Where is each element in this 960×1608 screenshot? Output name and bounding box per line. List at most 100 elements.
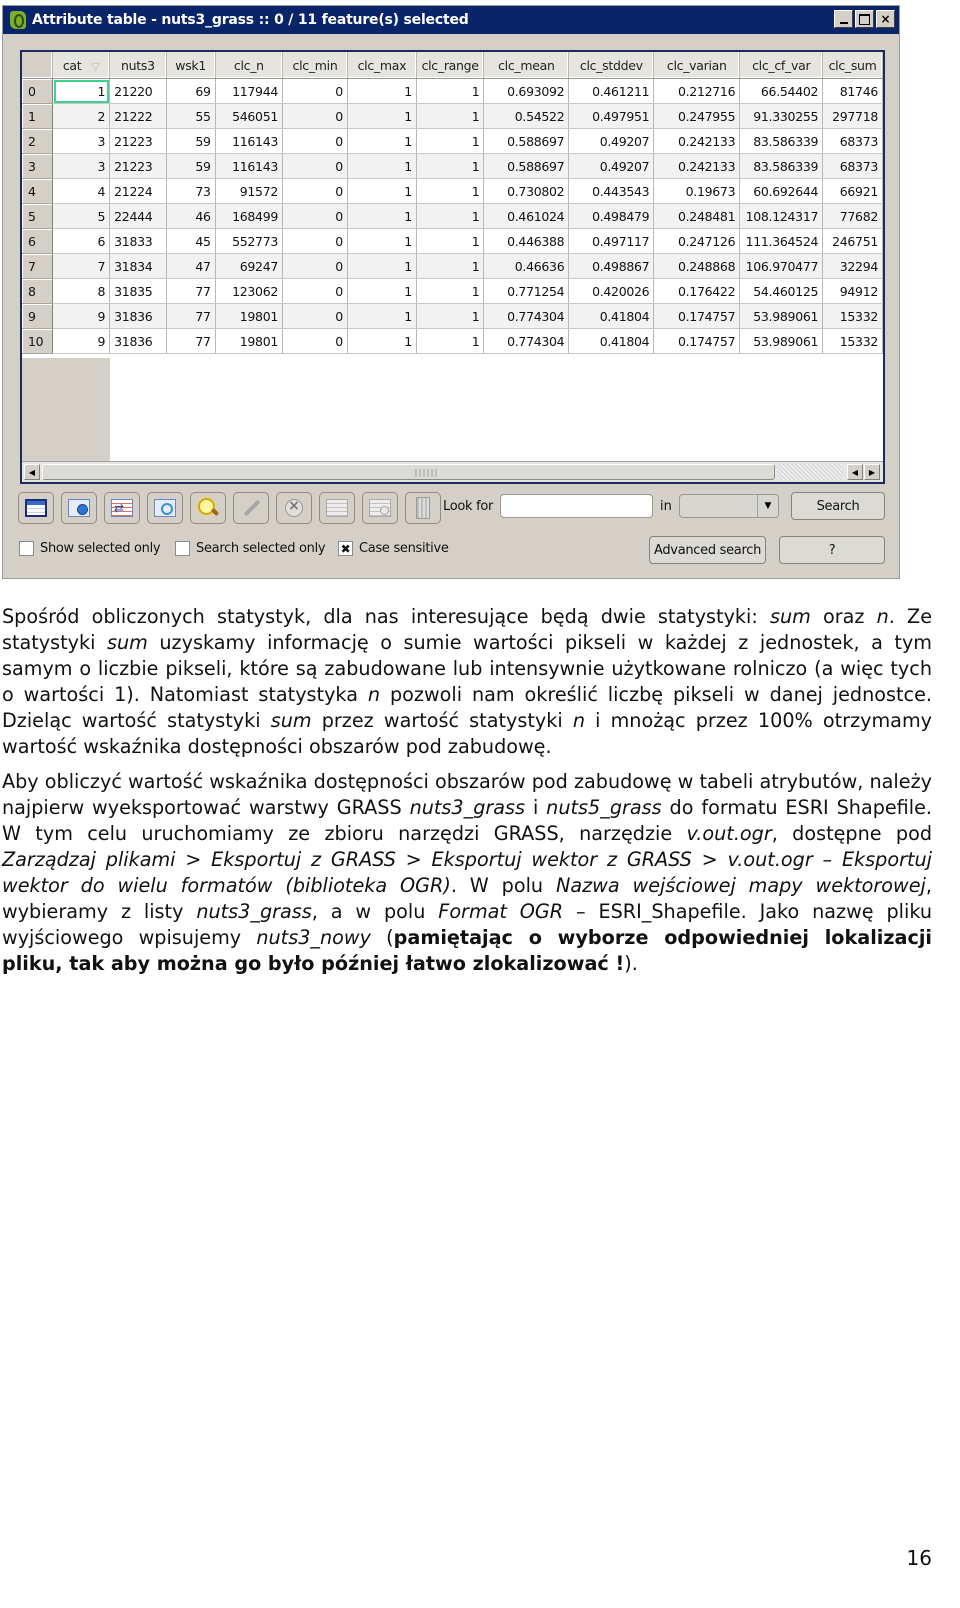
table-cell-clc-mean[interactable]: 0.46636 [483, 253, 570, 279]
attribute-table[interactable]: cat ▽ nuts3 wsk1 clc_n clc_min clc_max clc_rang… [20, 50, 885, 484]
table-cell-clc-range[interactable]: 1 [416, 128, 485, 154]
table-cell-clc-cf-var[interactable]: 66.54402 [739, 78, 824, 104]
delete-selected-button[interactable] [276, 492, 312, 524]
table-cell-wsk1[interactable]: 59 [166, 128, 216, 154]
table-cell-clc-mean[interactable]: 0.446388 [483, 228, 570, 254]
table-cell-clc-n[interactable]: 168499 [215, 203, 284, 229]
table-cell-clc-n[interactable]: 123062 [215, 278, 284, 304]
table-row[interactable]: 1 2 21222 55 546051 0 1 1 0.54522 0.497951 0.24795… [22, 103, 883, 129]
table-cell-clc-cf-var[interactable]: 108.124317 [739, 203, 824, 229]
delete-column-button[interactable] [362, 492, 398, 524]
toggle-editing-button[interactable] [233, 492, 269, 524]
table-row[interactable]: 3 3 21223 59 116143 0 1 1 0.588697 0.49207 0.24213… [22, 153, 883, 179]
table-cell-clc-varian[interactable]: 0.212716 [653, 78, 741, 104]
table-cell-cat[interactable]: 3 [52, 153, 111, 179]
row-header[interactable]: 9 [22, 303, 54, 329]
scrollbar-track[interactable] [777, 464, 843, 480]
table-cell-clc-range[interactable]: 1 [416, 253, 485, 279]
zoom-to-selection-button[interactable] [61, 492, 97, 524]
table-cell-clc-cf-var[interactable]: 54.460125 [739, 278, 824, 304]
table-cell-clc-mean[interactable]: 0.730802 [483, 178, 570, 204]
table-cell-clc-mean[interactable]: 0.461024 [483, 203, 570, 229]
table-cell-clc-mean[interactable]: 0.588697 [483, 128, 570, 154]
table-cell-clc-range[interactable]: 1 [416, 303, 485, 329]
table-row[interactable]: 0 1 21220 69 117944 0 1 1 0.693092 0.461211 0.2127… [22, 78, 883, 104]
search-field-select[interactable]: ▼ [679, 494, 779, 518]
table-cell-clc-range[interactable]: 1 [416, 328, 485, 354]
row-header[interactable]: 1 [22, 103, 54, 129]
table-cell-cat[interactable]: 2 [52, 103, 111, 129]
unselect-all-button[interactable] [18, 492, 54, 524]
table-cell-cat[interactable]: 6 [52, 228, 111, 254]
table-cell-cat[interactable]: 5 [52, 203, 111, 229]
table-cell-clc-max[interactable]: 1 [347, 328, 417, 354]
table-cell-clc-sum[interactable]: 246751 [822, 228, 883, 254]
table-cell-clc-range[interactable]: 1 [416, 228, 485, 254]
table-cell-cat[interactable]: 1 [52, 78, 111, 104]
table-row[interactable]: 10 9 31836 77 19801 0 1 1 0.774304 0.41804 0.17475… [22, 328, 883, 354]
table-cell-wsk1[interactable]: 45 [166, 228, 216, 254]
table-cell-nuts3[interactable]: 21223 [109, 153, 167, 179]
table-cell-clc-max[interactable]: 1 [347, 128, 417, 154]
column-header-clc-n[interactable]: clc_n [215, 52, 284, 79]
table-cell-cat[interactable]: 8 [52, 278, 111, 304]
row-header[interactable]: 10 [22, 328, 54, 354]
table-cell-clc-sum[interactable]: 66921 [822, 178, 883, 204]
table-cell-clc-n[interactable]: 91572 [215, 178, 284, 204]
table-cell-clc-n[interactable]: 552773 [215, 228, 284, 254]
table-cell-cat[interactable]: 7 [52, 253, 111, 279]
table-cell-clc-sum[interactable]: 297718 [822, 103, 883, 129]
table-cell-clc-sum[interactable]: 77682 [822, 203, 883, 229]
row-header[interactable]: 6 [22, 228, 54, 254]
table-cell-clc-stddev[interactable]: 0.49207 [568, 153, 655, 179]
row-header[interactable]: 4 [22, 178, 54, 204]
table-cell-wsk1[interactable]: 46 [166, 203, 216, 229]
table-cell-cat[interactable]: 9 [52, 328, 111, 354]
table-row[interactable]: 7 7 31834 47 69247 0 1 1 0.46636 0.498867 0.248868… [22, 253, 883, 279]
table-cell-clc-min[interactable]: 0 [282, 253, 348, 279]
table-cell-clc-n[interactable]: 116143 [215, 128, 284, 154]
column-header-clc-range[interactable]: clc_range [416, 52, 485, 79]
table-row[interactable]: 5 5 22444 46 168499 0 1 1 0.461024 0.498479 0.2484… [22, 203, 883, 229]
table-cell-clc-min[interactable]: 0 [282, 303, 348, 329]
table-cell-nuts3[interactable]: 21224 [109, 178, 167, 204]
table-cell-wsk1[interactable]: 77 [166, 303, 216, 329]
pan-to-selection-button[interactable] [147, 492, 183, 524]
table-cell-nuts3[interactable]: 31836 [109, 328, 167, 354]
table-cell-clc-cf-var[interactable]: 53.989061 [739, 328, 824, 354]
table-cell-clc-min[interactable]: 0 [282, 128, 348, 154]
table-cell-clc-sum[interactable]: 15332 [822, 328, 883, 354]
table-cell-clc-sum[interactable]: 15332 [822, 303, 883, 329]
table-cell-clc-range[interactable]: 1 [416, 178, 485, 204]
table-cell-clc-stddev[interactable]: 0.498479 [568, 203, 655, 229]
table-cell-clc-mean[interactable]: 0.54522 [483, 103, 570, 129]
column-header-wsk1[interactable]: wsk1 [166, 52, 216, 79]
table-cell-nuts3[interactable]: 31833 [109, 228, 167, 254]
table-cell-clc-max[interactable]: 1 [347, 153, 417, 179]
table-cell-wsk1[interactable]: 47 [166, 253, 216, 279]
table-cell-clc-stddev[interactable]: 0.461211 [568, 78, 655, 104]
table-cell-clc-varian[interactable]: 0.247126 [653, 228, 741, 254]
table-cell-cat[interactable]: 3 [52, 128, 111, 154]
table-cell-clc-cf-var[interactable]: 83.586339 [739, 153, 824, 179]
table-cell-clc-sum[interactable]: 68373 [822, 153, 883, 179]
row-header[interactable]: 5 [22, 203, 54, 229]
table-cell-wsk1[interactable]: 77 [166, 328, 216, 354]
table-cell-clc-n[interactable]: 546051 [215, 103, 284, 129]
column-header-cat[interactable]: cat ▽ [52, 52, 111, 79]
help-button[interactable]: ? [779, 536, 885, 564]
table-cell-clc-min[interactable]: 0 [282, 203, 348, 229]
column-header-nuts3[interactable]: nuts3 [109, 52, 167, 79]
column-header-clc-stddev[interactable]: clc_stddev [568, 52, 655, 79]
new-column-button[interactable] [319, 492, 355, 524]
table-cell-wsk1[interactable]: 77 [166, 278, 216, 304]
table-cell-nuts3[interactable]: 21220 [109, 78, 167, 104]
column-header-clc-varian[interactable]: clc_varian [653, 52, 741, 79]
column-header-clc-mean[interactable]: clc_mean [483, 52, 570, 79]
advanced-search-button[interactable]: Advanced search [649, 536, 766, 564]
scroll-left-button-2[interactable]: ◀ [847, 464, 863, 480]
table-row[interactable]: 2 3 21223 59 116143 0 1 1 0.588697 0.49207 0.24213… [22, 128, 883, 154]
scrollbar-thumb[interactable] [42, 464, 775, 480]
table-cell-clc-range[interactable]: 1 [416, 153, 485, 179]
table-cell-clc-max[interactable]: 1 [347, 178, 417, 204]
